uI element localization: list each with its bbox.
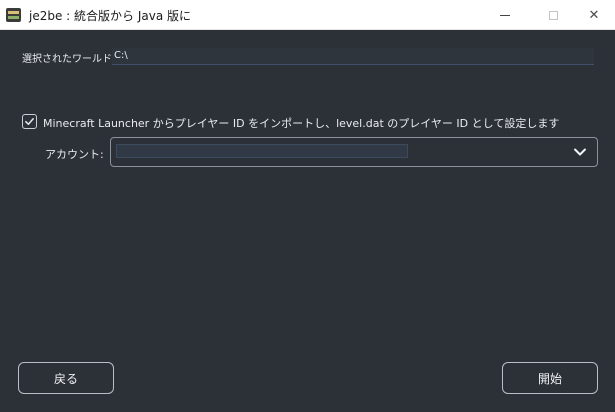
account-dropdown[interactable] [110,137,598,167]
back-button[interactable]: 戻る [18,362,114,394]
maximize-button[interactable] [530,0,576,30]
app-icon [6,8,21,22]
selected-world-value: C:\ [114,50,128,61]
selected-world-field: C:\ [112,48,594,65]
chevron-down-icon[interactable] [573,147,587,157]
close-button[interactable]: ✕ [571,0,615,30]
minimize-icon [500,14,510,16]
account-label: アカウント: [45,148,104,161]
selected-world-label: 選択されたワールド: [22,54,116,65]
maximize-icon [548,10,558,20]
window-title: je2be : 統合版から Java 版に [29,9,192,23]
account-value [116,144,408,158]
import-player-id-label[interactable]: Minecraft Launcher からプレイヤー ID をインポートし、le… [43,115,559,131]
title-bar: je2be : 統合版から Java 版に ✕ [0,0,615,30]
import-player-id-checkbox[interactable] [22,114,37,129]
start-button[interactable]: 開始 [502,362,598,394]
checkmark-icon [25,118,34,125]
minimize-button[interactable] [482,0,528,30]
close-icon: ✕ [588,7,600,23]
